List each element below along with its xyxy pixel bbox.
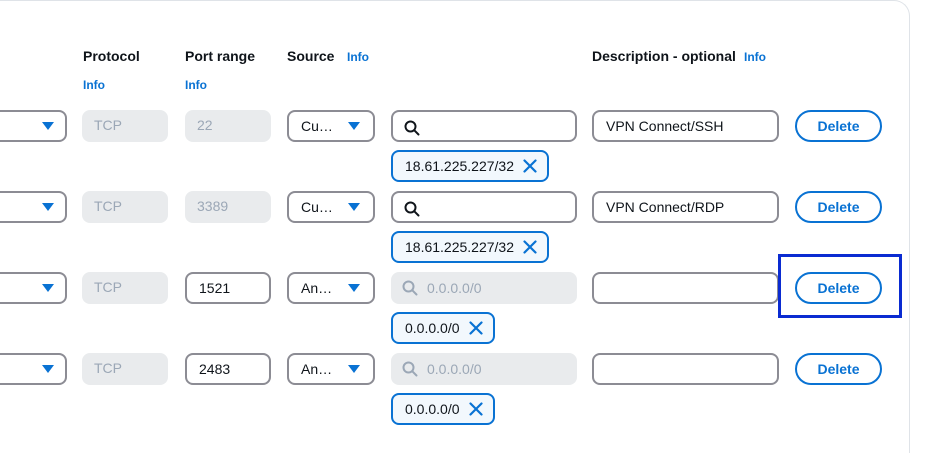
description-info-link[interactable]: Info (744, 50, 766, 64)
source-select[interactable]: An… (287, 353, 375, 385)
description-input[interactable] (592, 272, 779, 304)
caret-down-icon (42, 284, 54, 292)
port-range-field: 3389 (185, 191, 271, 223)
header-source: Source (287, 48, 335, 64)
protocol-field: TCP (82, 191, 168, 223)
close-icon[interactable] (523, 159, 537, 173)
port-range-input[interactable] (185, 353, 271, 385)
source-search-input[interactable] (427, 112, 567, 140)
source-search-box[interactable] (391, 110, 577, 142)
source-search-box[interactable] (391, 191, 577, 223)
search-icon (402, 280, 418, 296)
source-token: 0.0.0.0/0 (391, 312, 495, 344)
caret-down-icon (42, 122, 54, 130)
header-port-range: Port range (185, 48, 256, 64)
source-token: 0.0.0.0/0 (391, 393, 495, 425)
rule-row: TCP An… 0.0.0.0/0 Delete (0, 272, 926, 353)
source-token-label: 0.0.0.0/0 (405, 320, 460, 336)
protocol-info-link[interactable]: Info (83, 78, 105, 92)
source-select[interactable]: Cu… (287, 191, 375, 223)
close-icon[interactable] (468, 402, 483, 416)
source-token: 18.61.225.227/32 (391, 150, 549, 182)
rule-row: TCP An… 0.0.0.0/0 Delete (0, 353, 926, 434)
source-search-box (391, 272, 577, 304)
caret-down-icon (348, 284, 360, 292)
source-search-input (425, 274, 565, 302)
header-protocol: Protocol (83, 48, 140, 64)
source-select[interactable]: An… (287, 272, 375, 304)
rule-row: TCP 3389 Cu… 18.61.225.227/32 Delete (0, 191, 926, 272)
close-icon[interactable] (523, 240, 537, 254)
caret-down-icon (348, 203, 360, 211)
search-icon (404, 120, 420, 136)
description-input[interactable] (592, 191, 779, 223)
delete-button[interactable]: Delete (795, 272, 882, 304)
search-icon (404, 201, 420, 217)
source-info-link[interactable]: Info (347, 50, 369, 64)
source-select[interactable]: Cu… (287, 110, 375, 142)
search-icon (402, 361, 418, 377)
type-select[interactable] (0, 353, 67, 385)
source-search-box (391, 353, 577, 385)
type-select[interactable] (0, 272, 67, 304)
close-icon[interactable] (468, 321, 483, 335)
caret-down-icon (42, 365, 54, 373)
protocol-field: TCP (82, 110, 168, 142)
delete-button[interactable]: Delete (795, 353, 882, 385)
delete-button[interactable]: Delete (795, 110, 882, 142)
source-token: 18.61.225.227/32 (391, 231, 549, 263)
source-search-input[interactable] (427, 193, 567, 221)
source-token-label: 18.61.225.227/32 (405, 239, 514, 255)
source-select-value: Cu… (301, 118, 333, 134)
description-input[interactable] (592, 110, 779, 142)
protocol-field: TCP (82, 353, 168, 385)
caret-down-icon (348, 365, 360, 373)
rule-row: TCP 22 Cu… 18.61.225.227/32 Delete (0, 110, 926, 191)
source-select-value: Cu… (301, 199, 333, 215)
source-select-value: An… (301, 280, 333, 296)
port-range-info-link[interactable]: Info (185, 78, 207, 92)
source-token-label: 0.0.0.0/0 (405, 401, 460, 417)
type-select[interactable] (0, 110, 67, 142)
port-range-field: 22 (185, 110, 271, 142)
port-range-input[interactable] (185, 272, 271, 304)
caret-down-icon (42, 203, 54, 211)
type-select[interactable] (0, 191, 67, 223)
source-token-label: 18.61.225.227/32 (405, 158, 514, 174)
delete-button[interactable]: Delete (795, 191, 882, 223)
source-select-value: An… (301, 361, 333, 377)
caret-down-icon (348, 122, 360, 130)
description-input[interactable] (592, 353, 779, 385)
source-search-input (425, 355, 565, 383)
header-description: Description - optional (592, 48, 736, 64)
protocol-field: TCP (82, 272, 168, 304)
